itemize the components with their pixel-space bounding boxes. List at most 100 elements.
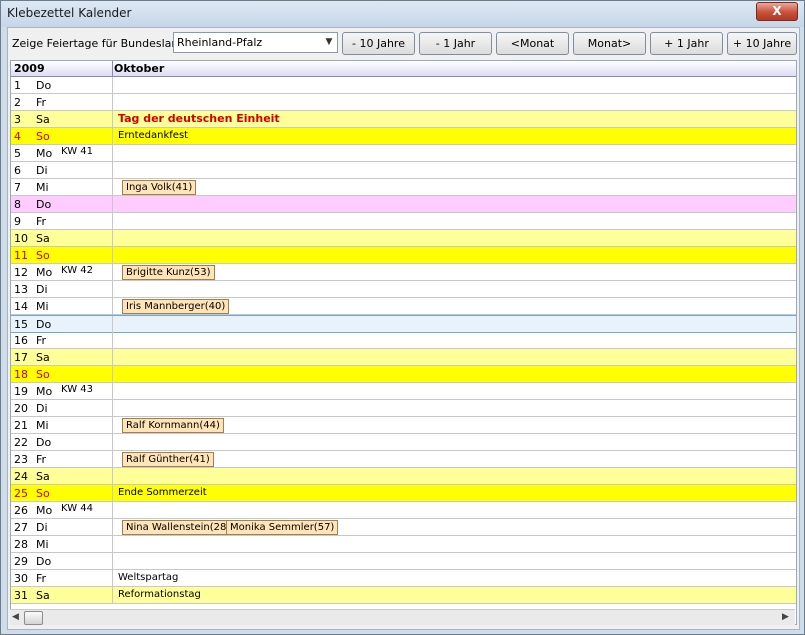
column-divider [112,196,113,212]
state-dropdown[interactable]: Rheinland-Pfalz ▼ [173,32,338,53]
sticky-note[interactable]: Ralf Günther(41) [122,452,214,467]
day-row[interactable]: 15 Do [11,315,796,333]
weekday: So [36,130,50,143]
client-area: Zeige Feiertage für Bundesland: Rheinlan… [7,27,800,630]
day-row[interactable]: 10 Sa [11,230,796,247]
next-month-button[interactable]: Monat> [573,32,646,55]
day-row[interactable]: 8 Do [11,196,796,213]
day-row[interactable]: 23 Fr Ralf Günther(41) [11,451,796,468]
weekday: Fr [36,453,47,466]
weekday: Mi [36,300,49,313]
calendar-grid[interactable]: 2009 Oktober 1 Do 2 Fr 3 Sa Tag der deutschen … [10,60,797,625]
day-row[interactable]: 6 Di [11,162,796,179]
day-row[interactable]: 30 Fr Weltspartag [11,570,796,587]
column-divider [112,570,113,586]
holiday-state-label: Zeige Feiertage für Bundesland: [12,37,190,50]
close-button[interactable]: X [756,2,798,21]
day-row[interactable]: 31 Sa Reformationstag [11,587,796,604]
column-divider [112,451,113,467]
day-row[interactable]: 19 Mo KW 43 [11,383,796,400]
day-number: 25 [14,487,28,500]
day-row[interactable]: 14 Mi Iris Mannberger(40) [11,298,796,315]
scrollbar-thumb[interactable] [24,611,43,625]
day-row[interactable]: 5 Mo KW 41 [11,145,796,162]
holiday-label: Erntedankfest [118,130,189,141]
column-divider [112,247,113,263]
sticky-note[interactable]: Inga Volk(41) [122,180,197,195]
day-row[interactable]: 17 Sa [11,349,796,366]
sticky-note[interactable]: Iris Mannberger(40) [122,299,230,314]
minus-10-years-button[interactable]: - 10 Jahre [342,32,415,55]
column-divider [112,230,113,246]
weekday: Di [36,521,48,534]
sticky-note[interactable]: Ralf Kornmann(44) [122,418,224,433]
day-row[interactable]: 7 Mi Inga Volk(41) [11,179,796,196]
month-header: Oktober [114,62,165,75]
column-divider [112,111,113,127]
weekday: Sa [36,113,50,126]
horizontal-scrollbar[interactable]: ◀ ▶ [10,609,795,625]
title-bar[interactable]: Klebezettel Kalender X [1,1,804,27]
day-row[interactable]: 28 Mi [11,536,796,553]
day-number: 31 [14,589,28,602]
day-row[interactable]: 11 So [11,247,796,264]
day-row[interactable]: 2 Fr [11,94,796,111]
day-row[interactable]: 27 Di Nina Wallenstein(28) Monika Semmler(5… [11,519,796,536]
weekday: Do [36,318,52,331]
day-number: 18 [14,368,28,381]
day-row[interactable]: 13 Di [11,281,796,298]
day-row[interactable]: 29 Do [11,553,796,570]
holiday-label: Tag der deutschen Einheit [118,112,280,125]
plus-1-year-button[interactable]: + 1 Jahr [650,32,723,55]
day-row[interactable]: 3 Sa Tag der deutschen Einheit [11,111,796,128]
weekday: Mo [36,504,53,517]
column-divider [112,434,113,450]
day-number: 29 [14,555,28,568]
close-icon: X [772,4,782,18]
week-number: KW 44 [61,503,93,514]
sticky-note[interactable]: Brigitte Kunz(53) [122,265,215,280]
column-divider [112,298,113,314]
day-row[interactable]: 18 So [11,366,796,383]
day-number: 11 [14,249,28,262]
day-number: 30 [14,572,28,585]
weekday: Sa [36,351,50,364]
prev-month-button[interactable]: <Monat [496,32,569,55]
minus-1-year-button[interactable]: - 1 Jahr [419,32,492,55]
weekday: Mo [36,147,53,160]
day-number: 15 [14,318,28,331]
weekday: So [36,368,50,381]
holiday-label: Weltspartag [118,572,179,583]
weekday: Fr [36,572,47,585]
day-row[interactable]: 16 Fr [11,332,796,349]
day-row[interactable]: 22 Do [11,434,796,451]
day-number: 9 [14,215,21,228]
day-row[interactable]: 21 Mi Ralf Kornmann(44) [11,417,796,434]
scroll-left-icon[interactable]: ◀ [12,612,22,623]
column-divider [112,366,113,382]
column-divider [112,502,113,518]
weekday: So [36,249,50,262]
day-number: 21 [14,419,28,432]
day-row[interactable]: 9 Fr [11,213,796,230]
weekday: Do [36,198,52,211]
day-row[interactable]: 1 Do [11,77,796,94]
column-divider [112,400,113,416]
sticky-note[interactable]: Monika Semmler(57) [226,520,339,535]
plus-10-years-button[interactable]: + 10 Jahre [727,32,797,55]
column-divider [112,536,113,552]
grid-header: 2009 Oktober [11,61,796,77]
weekday: Do [36,555,52,568]
day-row[interactable]: 12 Mo KW 42 Brigitte Kunz(53) [11,264,796,281]
day-row[interactable]: 26 Mo KW 44 [11,502,796,519]
day-number: 26 [14,504,28,517]
column-divider [112,332,113,348]
chevron-down-icon[interactable]: ▼ [321,33,337,52]
sticky-note[interactable]: Nina Wallenstein(28) [122,520,235,535]
day-row[interactable]: 4 So Erntedankfest [11,128,796,145]
day-row[interactable]: 24 Sa [11,468,796,485]
scroll-right-icon[interactable]: ▶ [782,612,792,623]
day-row[interactable]: 25 So Ende Sommerzeit [11,485,796,502]
day-row[interactable]: 20 Di [11,400,796,417]
day-number: 10 [14,232,28,245]
